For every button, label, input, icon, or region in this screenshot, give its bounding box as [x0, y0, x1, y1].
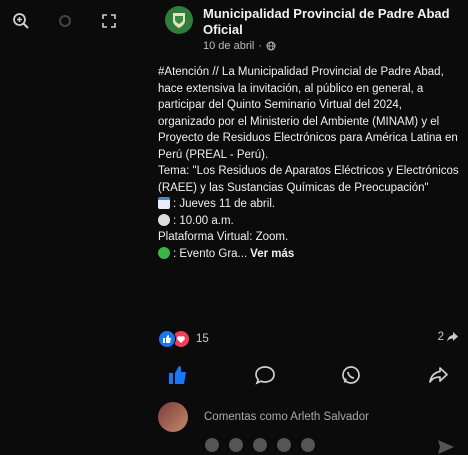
expand-icon[interactable] [98, 10, 120, 32]
page-avatar[interactable] [165, 6, 193, 34]
share-count[interactable]: 2 [438, 331, 458, 343]
whatsapp-button[interactable] [331, 358, 371, 392]
post-intro: #Atención // La Municipalidad Provincial… [158, 66, 458, 161]
post-body: #Atención // La Municipalidad Provincial… [158, 64, 460, 262]
send-icon[interactable] [438, 440, 454, 454]
composer-tools [205, 438, 315, 452]
comment-button[interactable] [245, 358, 285, 392]
zoom-in-icon[interactable] [10, 10, 32, 32]
post-platform-line: Plataforma Virtual: Zoom. [158, 231, 289, 243]
reaction-summary[interactable]: 15 [158, 330, 209, 348]
settings-icon[interactable] [54, 10, 76, 32]
post-meta: 10 de abril · [203, 40, 460, 52]
green-circle-icon [158, 246, 170, 259]
comment-icon [254, 366, 275, 385]
viewer-toolbar [10, 10, 120, 32]
calendar-icon [158, 197, 170, 209]
clock-icon [158, 213, 170, 226]
like-icon [169, 366, 186, 384]
sticker-icon[interactable] [301, 438, 315, 452]
comment-placeholder[interactable]: Comentas como Arleth Salvador [204, 411, 369, 423]
post-header: Municipalidad Provincial de Padre Abad O… [165, 6, 460, 52]
share-count-value: 2 [437, 331, 444, 343]
post-date[interactable]: 10 de abril [203, 40, 254, 52]
user-avatar [158, 402, 188, 432]
date-separator: · [258, 40, 263, 52]
like-reaction-icon [158, 330, 176, 348]
post-event-line: : Evento Gra... Ver más [158, 246, 460, 263]
see-more-link[interactable]: Ver más [250, 248, 294, 260]
post-time-line: : 10.00 a.m. [158, 213, 460, 230]
action-bar [158, 358, 458, 392]
gif-icon[interactable] [277, 438, 291, 452]
whatsapp-icon [342, 366, 361, 384]
page-name[interactable]: Municipalidad Provincial de Padre Abad O… [203, 6, 460, 38]
share-arrow-icon [447, 332, 458, 342]
comment-composer[interactable]: Comentas como Arleth Salvador [158, 402, 369, 432]
avatar-sticker-icon[interactable] [205, 438, 219, 452]
post-date-line: : Jueves 11 de abril. [158, 196, 460, 213]
reaction-count: 15 [196, 333, 209, 345]
post-theme: Tema: "Los Residuos de Aparatos Eléctric… [158, 165, 459, 194]
globe-icon [266, 41, 276, 51]
emoji-icon[interactable] [229, 438, 243, 452]
share-icon [429, 367, 448, 383]
municipal-logo-icon [173, 13, 185, 28]
camera-icon[interactable] [253, 438, 267, 452]
like-button[interactable] [158, 358, 198, 392]
share-button[interactable] [418, 358, 458, 392]
